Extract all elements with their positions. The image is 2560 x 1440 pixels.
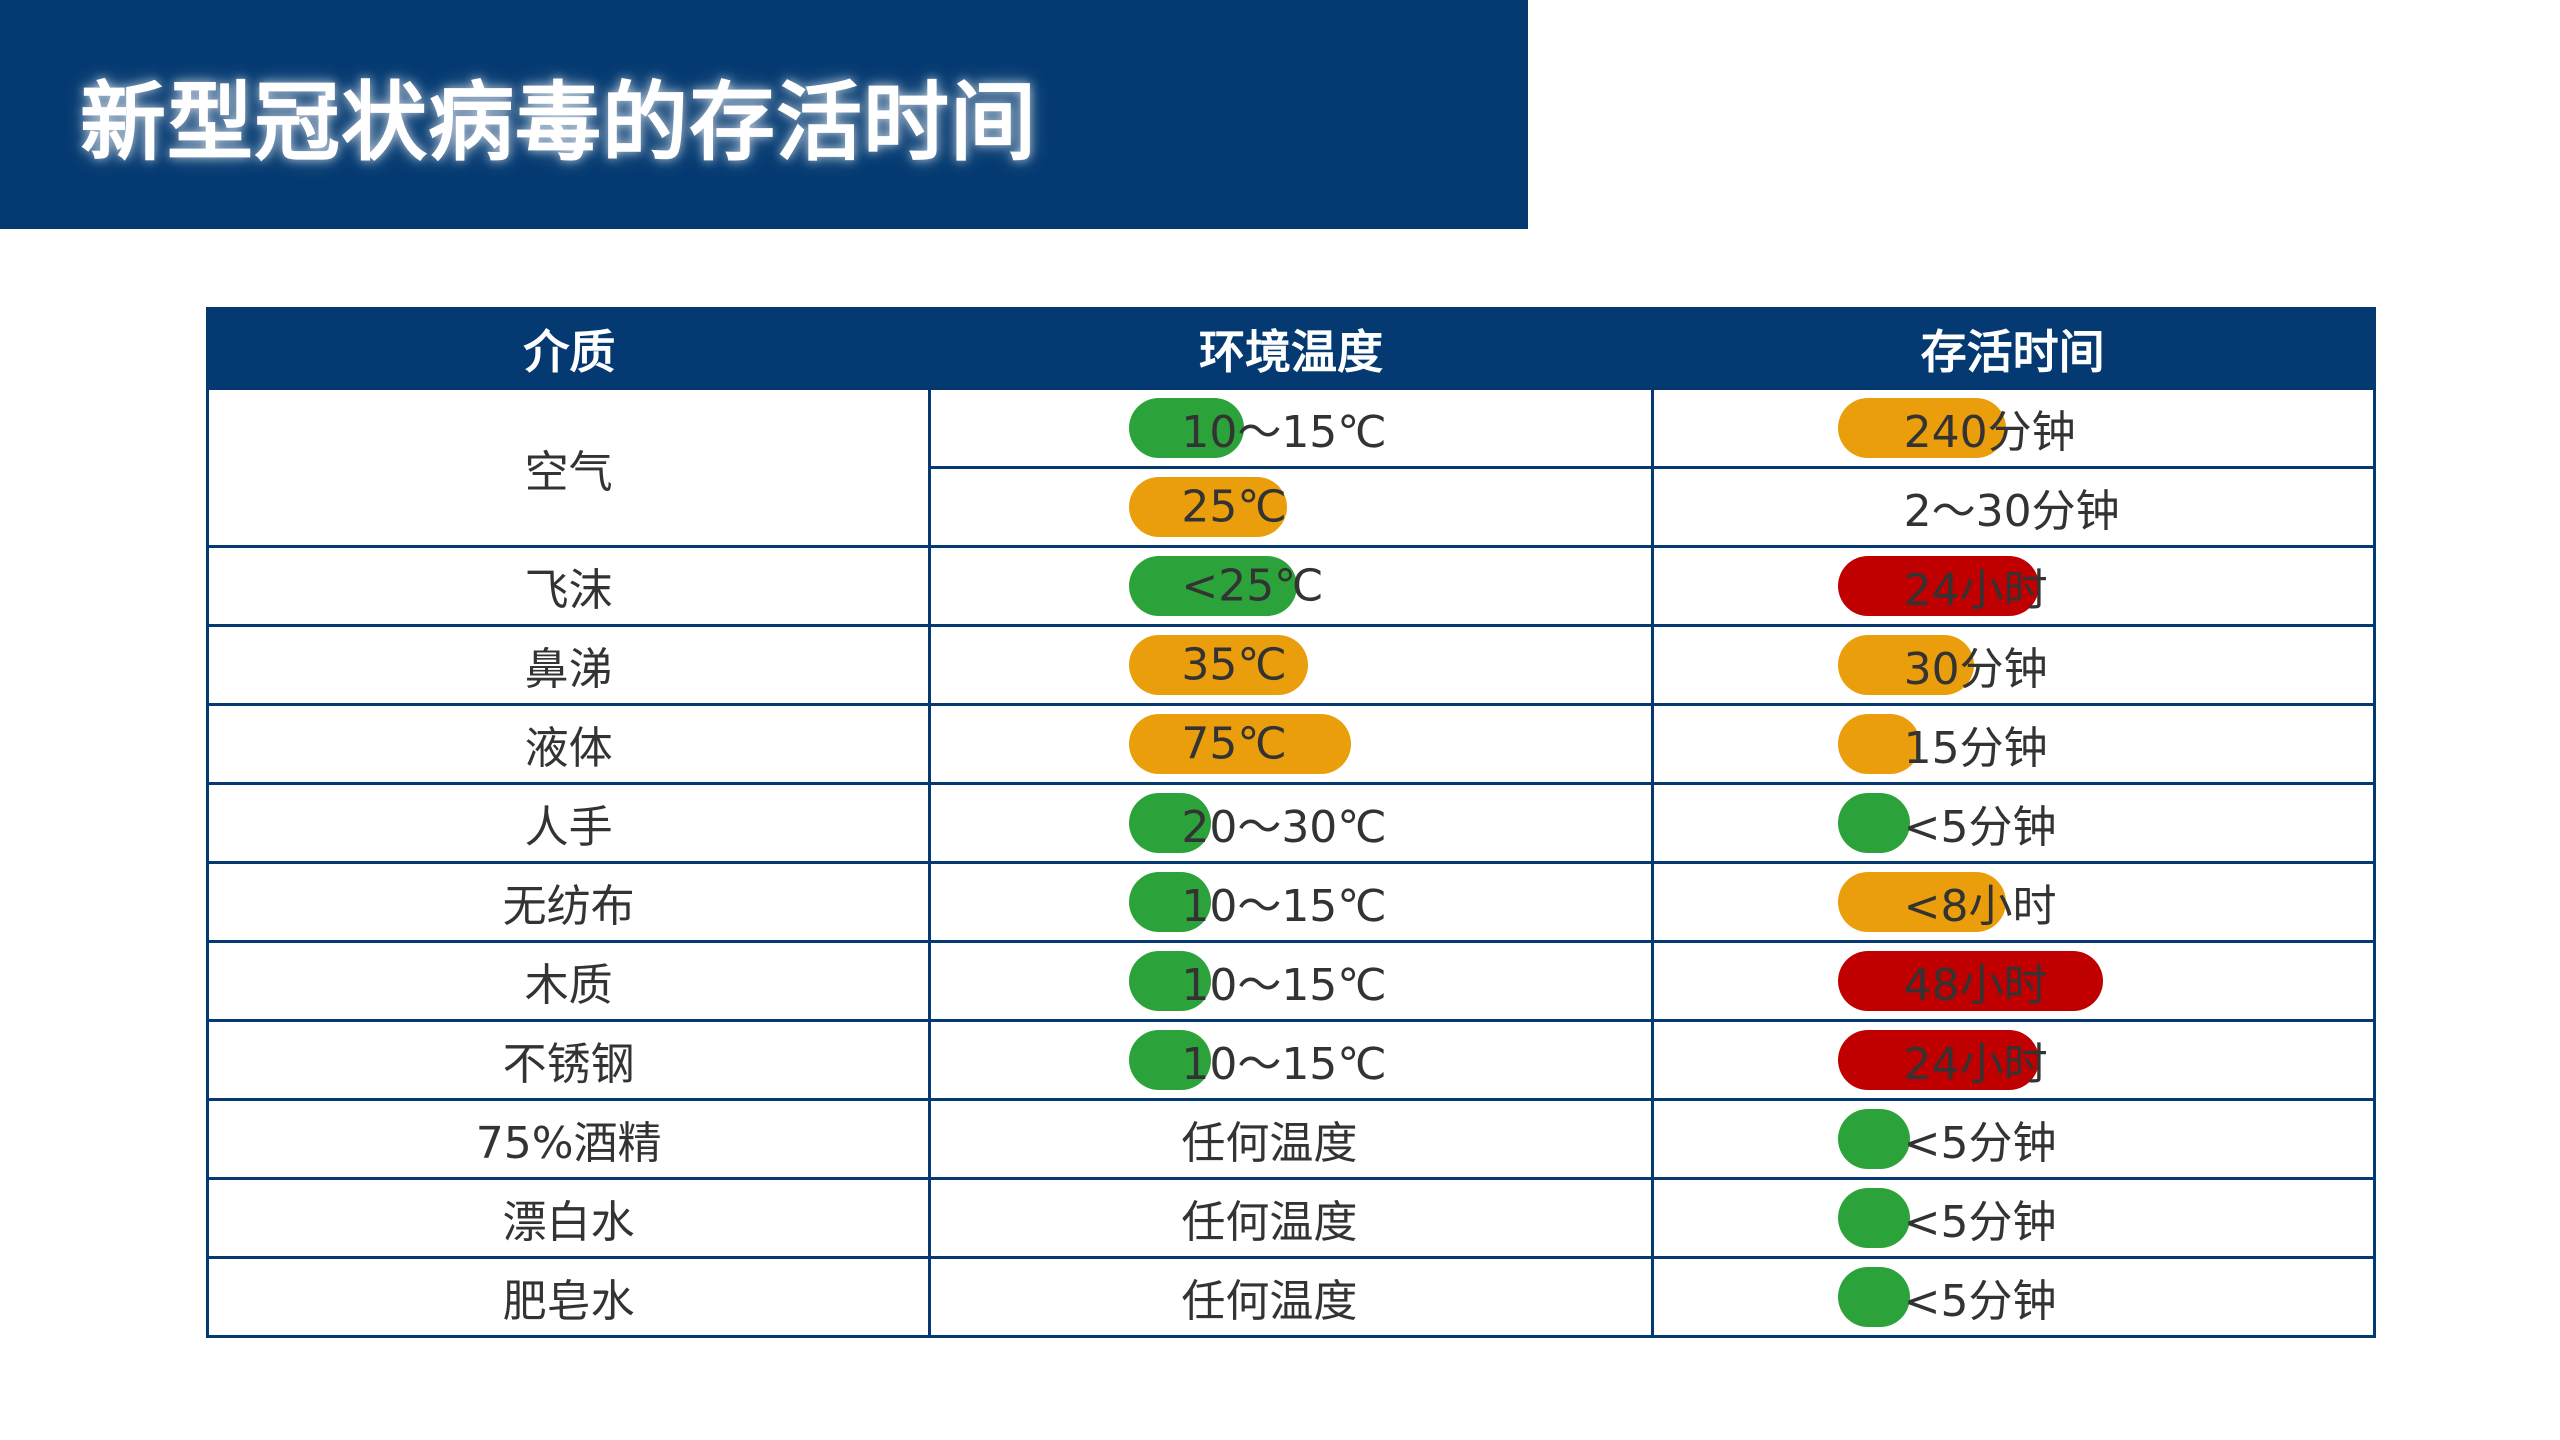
temperature-cell: 10～15℃: [928, 387, 1654, 469]
page-title: 新型冠状病毒的存活时间: [80, 73, 1037, 173]
temperature-cell: 任何温度: [928, 1256, 1654, 1338]
survival-time-cell: 24小时: [1650, 1019, 2377, 1101]
survival-time-indicator: [1837, 1267, 1910, 1327]
survival-time-value: 48小时: [1903, 960, 2048, 1011]
survival-time-cell: 30分钟: [1650, 624, 2377, 706]
survival-table: 介质 环境温度 存活时间 空气 10～15℃ 240分钟 25℃ 2～30分钟 …: [205, 307, 2377, 1338]
table-row: 空气 10～15℃ 240分钟: [205, 387, 2377, 548]
temperature-cell: 10～15℃: [928, 861, 1654, 943]
survival-time-value: <5分钟: [1903, 1118, 2057, 1169]
temperature-cell: 25℃: [928, 466, 1654, 548]
table-row: 木质 10～15℃ 48小时: [205, 940, 2377, 1022]
survival-time-value: 2～30分钟: [1903, 486, 2120, 537]
survival-time-cell: <5分钟: [1650, 782, 2377, 864]
temperature-cell: 任何温度: [928, 1098, 1654, 1180]
temperature-value: 10～15℃: [1181, 407, 1387, 458]
survival-time-cell: <8小时: [1650, 861, 2377, 943]
table-row: 液体 75℃ 15分钟: [205, 703, 2377, 785]
survival-time-value: <8小时: [1903, 881, 2057, 932]
header-medium: 介质: [207, 308, 930, 389]
survival-time-cell: 48小时: [1650, 940, 2377, 1022]
medium-cell: 鼻涕: [205, 624, 932, 706]
survival-time-indicator: [1837, 1109, 1910, 1169]
header-survival-time: 存活时间: [1652, 308, 2375, 389]
survival-time-value: 240分钟: [1903, 407, 2076, 458]
medium-cell: 无纺布: [205, 861, 932, 943]
medium-cell: 液体: [205, 703, 932, 785]
temperature-value: 35℃: [1181, 639, 1287, 691]
temperature-cell: <25℃: [928, 545, 1654, 627]
survival-time-cell: 2～30分钟: [1650, 466, 2377, 548]
table-row: 飞沫 <25℃ 24小时: [205, 545, 2377, 627]
temperature-value: 10～15℃: [1181, 1039, 1387, 1090]
medium-cell: 肥皂水: [205, 1256, 932, 1338]
table-row: 人手 20～30℃ <5分钟: [205, 782, 2377, 864]
temperature-cell: 20～30℃: [928, 782, 1654, 864]
survival-time-value: 30分钟: [1903, 644, 2048, 695]
table-row: 不锈钢 10～15℃ 24小时: [205, 1019, 2377, 1101]
survival-time-cell: <5分钟: [1650, 1256, 2377, 1338]
medium-cell: 75%酒精: [205, 1098, 932, 1180]
temperature-cell: 10～15℃: [928, 940, 1654, 1022]
survival-time-value: <5分钟: [1903, 1276, 2057, 1327]
survival-time-cell: 24小时: [1650, 545, 2377, 627]
survival-time-indicator: [1837, 1188, 1910, 1248]
temperature-value: 任何温度: [1181, 1276, 1358, 1327]
medium-cell: 不锈钢: [205, 1019, 932, 1101]
temperature-value: 10～15℃: [1181, 960, 1387, 1011]
temperature-cell: 10～15℃: [928, 1019, 1654, 1101]
survival-time-cell: 240分钟: [1650, 387, 2377, 469]
temperature-cell: 75℃: [928, 703, 1654, 785]
survival-time-cell: <5分钟: [1650, 1098, 2377, 1180]
temperature-value: 75℃: [1181, 718, 1287, 770]
table-header-row: 介质 环境温度 存活时间: [207, 308, 2375, 389]
table-row: 无纺布 10～15℃ <8小时: [205, 861, 2377, 943]
medium-cell: 人手: [205, 782, 932, 864]
temperature-value: 任何温度: [1181, 1118, 1358, 1169]
header-temperature: 环境温度: [929, 308, 1653, 389]
temperature-value: 任何温度: [1181, 1197, 1358, 1248]
temperature-cell: 35℃: [928, 624, 1654, 706]
table-row: 鼻涕 35℃ 30分钟: [205, 624, 2377, 706]
survival-time-value: 24小时: [1903, 1039, 2048, 1090]
table-row: 漂白水 任何温度 <5分钟: [205, 1177, 2377, 1259]
survival-time-value: <5分钟: [1903, 1197, 2057, 1248]
medium-cell: 木质: [205, 940, 932, 1022]
medium-cell: 飞沫: [205, 545, 932, 627]
survival-time-value: 24小时: [1903, 565, 2048, 616]
title-banner: 新型冠状病毒的存活时间: [0, 0, 1528, 229]
temperature-value: 20～30℃: [1181, 802, 1387, 853]
survival-time-cell: <5分钟: [1650, 1177, 2377, 1259]
survival-time-value: <5分钟: [1903, 802, 2057, 853]
survival-time-cell: 15分钟: [1650, 703, 2377, 785]
temperature-value: 10～15℃: [1181, 881, 1387, 932]
survival-time-value: 15分钟: [1903, 723, 2048, 774]
medium-cell: 漂白水: [205, 1177, 932, 1259]
temperature-value: 25℃: [1181, 481, 1287, 533]
table-row: 75%酒精 任何温度 <5分钟: [205, 1098, 2377, 1180]
temperature-cell: 任何温度: [928, 1177, 1654, 1259]
table-row: 肥皂水 任何温度 <5分钟: [205, 1256, 2377, 1338]
survival-time-indicator: [1837, 793, 1910, 853]
temperature-value: <25℃: [1181, 560, 1324, 612]
medium-cell: 空气: [205, 387, 932, 548]
